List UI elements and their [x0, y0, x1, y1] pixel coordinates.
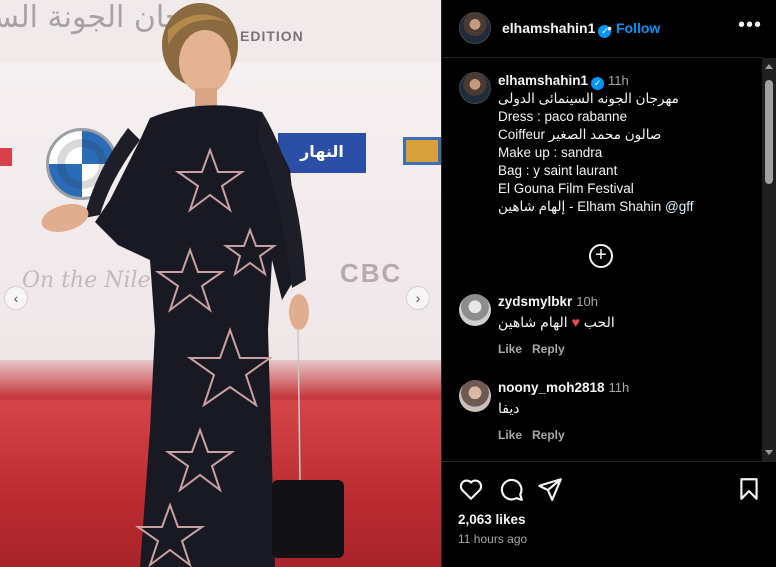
- post-timestamp: 11 hours ago: [458, 532, 528, 546]
- like-comment-button[interactable]: Like: [498, 428, 522, 442]
- reply-comment-button[interactable]: Reply: [532, 342, 565, 356]
- author-avatar[interactable]: [459, 12, 491, 44]
- caption-line: Coiffeur صالون محمد الصغير: [498, 127, 662, 142]
- post-actions-footer: 2,063 likes 11 hours ago: [442, 461, 776, 567]
- scrollbar[interactable]: [762, 58, 776, 461]
- post-caption: elhamshahin1 ✓ 11h مهرجان الجونه السينمائى…: [498, 72, 748, 216]
- heart-icon[interactable]: [458, 476, 484, 502]
- caption-line: مهرجان الجونه السينمائى الدولى: [498, 91, 679, 106]
- caption-line: Bag : y saint laurant: [498, 163, 618, 178]
- comment-actions: Like Reply: [498, 342, 575, 356]
- more-icon[interactable]: •••: [738, 14, 762, 37]
- like-comment-button[interactable]: Like: [498, 342, 522, 356]
- caption-last-line: إلهام شاهين - Elham Shahin @gff: [498, 198, 748, 216]
- carousel-prev-button[interactable]: ‹: [4, 286, 28, 310]
- header-dot-separator: •: [607, 20, 612, 36]
- woman-figure: [41, 3, 344, 567]
- scrollbar-thumb[interactable]: [765, 80, 773, 184]
- red-heart-icon: ♥: [571, 314, 580, 330]
- caption-line: Dress : paco rabanne: [498, 109, 628, 124]
- caption-line: El Gouna Film Festival: [498, 181, 634, 196]
- author-username-text[interactable]: elhamshahin1: [502, 20, 595, 36]
- caption-username[interactable]: elhamshahin1: [498, 73, 588, 88]
- comment-text: الحب ♥ الهام شاهين: [498, 314, 615, 331]
- mention-link[interactable]: @gff: [665, 199, 693, 214]
- carousel-next-button[interactable]: ›: [406, 286, 430, 310]
- comment-time: 10h: [576, 294, 598, 309]
- comment-actions: Like Reply: [498, 428, 575, 442]
- caption-time: 11h: [608, 73, 629, 88]
- scroll-up-icon[interactable]: [765, 64, 773, 69]
- caption-line: Make up : sandra: [498, 145, 603, 160]
- scroll-down-icon[interactable]: [765, 450, 773, 455]
- post-photo[interactable]: مهرجان الجونة السينمائي EDITION النهار O…: [0, 0, 441, 567]
- comment-time: 11h: [608, 380, 630, 395]
- post-header: elhamshahin1 ✓ • Follow •••: [442, 0, 762, 58]
- commenter-avatar[interactable]: [459, 294, 491, 326]
- verified-icon: ✓: [591, 77, 605, 90]
- comment-icon[interactable]: [498, 476, 524, 502]
- comments-scroll-area[interactable]: elhamshahin1 ✓ 11h مهرجان الجونه السينمائى…: [442, 58, 762, 461]
- commenter-username[interactable]: zydsmylbkr 10h: [498, 294, 598, 309]
- author-username[interactable]: elhamshahin1 ✓: [502, 20, 612, 38]
- reply-comment-button[interactable]: Reply: [532, 428, 565, 442]
- comment-text: ديفا: [498, 400, 520, 416]
- bookmark-icon[interactable]: [736, 476, 762, 502]
- caption-line-text: إلهام شاهين - Elham Shahin: [498, 199, 666, 214]
- caption-header: elhamshahin1 ✓ 11h: [498, 72, 748, 90]
- likes-count[interactable]: 2,063 likes: [458, 512, 526, 527]
- commenter-username-text[interactable]: noony_moh2818: [498, 380, 605, 395]
- plus-circle-icon[interactable]: +: [589, 244, 613, 268]
- caption-author-avatar[interactable]: [459, 72, 491, 104]
- comment-text-part: الحب: [583, 314, 615, 330]
- commenter-avatar[interactable]: [459, 380, 491, 412]
- commenter-username-text[interactable]: zydsmylbkr: [498, 294, 572, 309]
- share-icon[interactable]: [537, 476, 563, 502]
- follow-button[interactable]: Follow: [616, 20, 660, 36]
- comment-text-part: الهام شاهين: [498, 314, 568, 330]
- commenter-username[interactable]: noony_moh2818 11h: [498, 380, 629, 395]
